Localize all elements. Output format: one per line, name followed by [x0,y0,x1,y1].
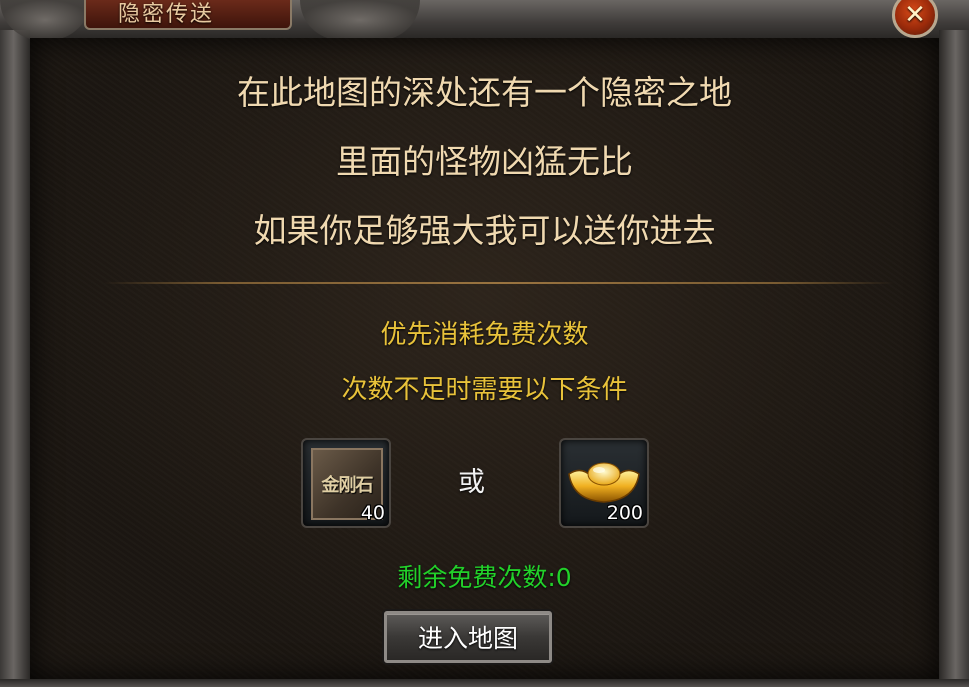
enter-map-button[interactable]: 进入地图 [384,611,552,663]
intro-line-2: 里面的怪物凶猛无比 [336,142,633,181]
diamond-stone-label: 金刚石 [321,475,374,496]
divider [104,282,894,284]
close-icon: ✕ [904,0,926,30]
cost-slot-gold-ingot[interactable]: 200 [559,438,649,528]
condition-line-2: 次数不足时需要以下条件 [341,375,628,405]
remaining-free-count: 剩余免费次数:0 [397,563,572,592]
intro-line-3: 如果你足够强大我可以送你进去 [253,211,716,250]
dialog-title: 隐密传送 [118,2,215,27]
condition-line-1: 优先消耗免费次数 [380,320,589,350]
diamond-stone-count: 40 [360,502,385,524]
gold-ingot-count: 200 [606,502,643,524]
or-separator: 或 [458,467,485,498]
cost-slot-diamond-stone[interactable]: 金刚石 40 [301,438,391,528]
frame-bottom-border [0,679,969,687]
intro-line-1: 在此地图的深处还有一个隐密之地 [237,73,732,112]
dialog-frame: 隐密传送 ✕ 在此地图的深处还有一个隐密之地 里面的怪物凶猛无比 如果你足够强大… [0,0,969,687]
